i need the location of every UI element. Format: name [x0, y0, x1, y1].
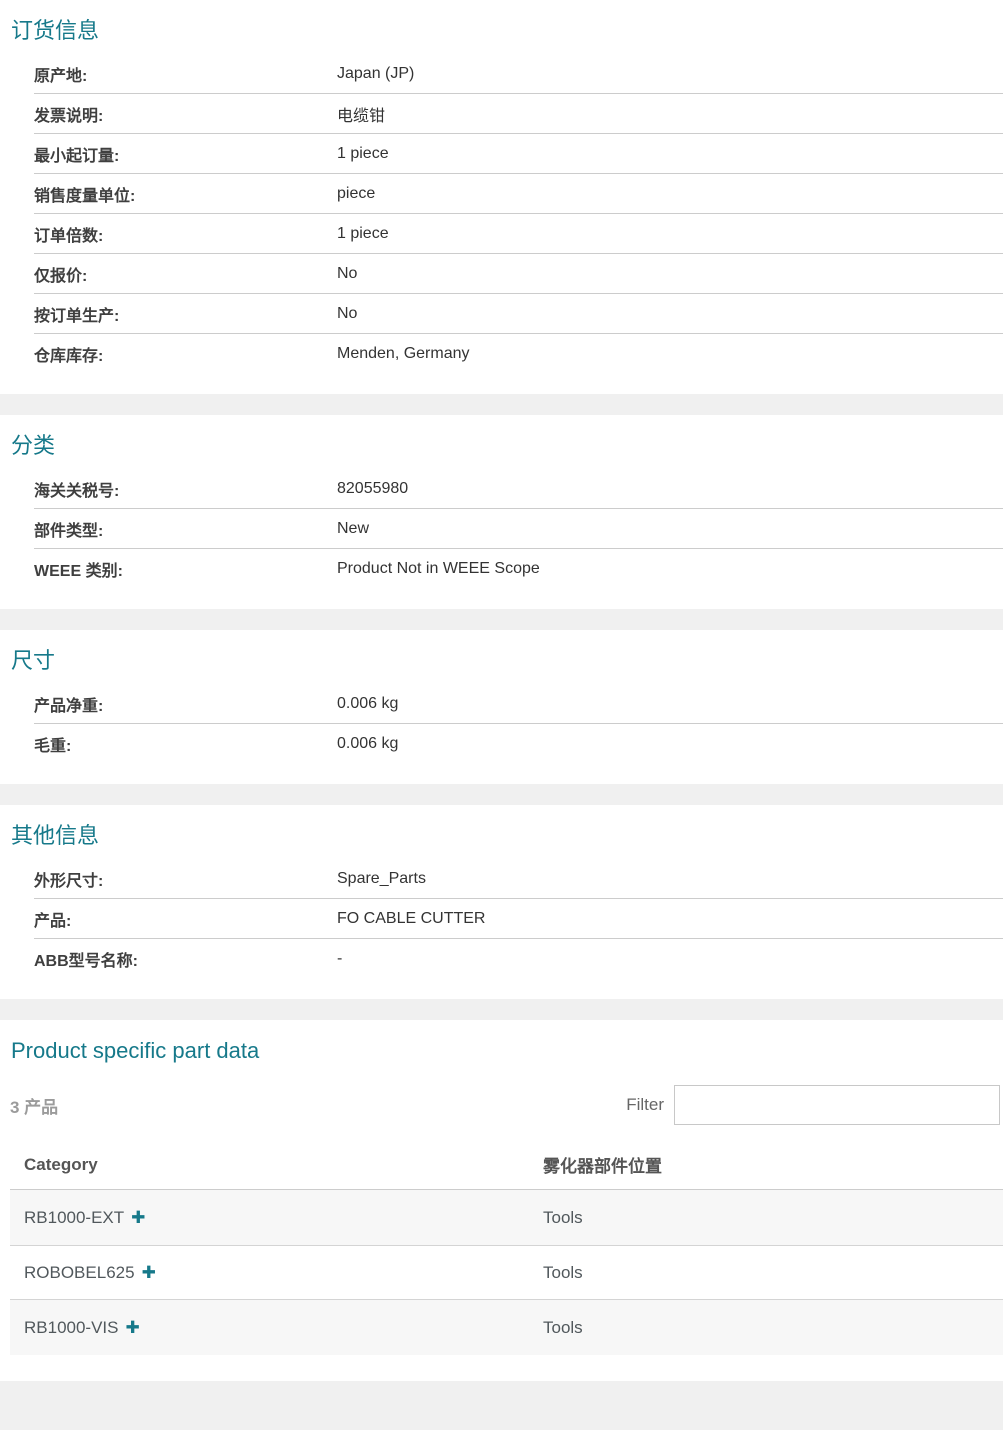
spec-label: 产品净重: — [34, 692, 337, 716]
section-divider — [0, 609, 1003, 630]
spec-value: 0.006 kg — [337, 695, 398, 713]
category-cell: RB1000-VIS ✚ — [10, 1318, 543, 1338]
spec-row-abb-type-designation: ABB型号名称: - — [34, 939, 1003, 979]
column-header-category: Category — [10, 1155, 543, 1175]
section-divider — [0, 999, 1003, 1020]
ordering-info-rows: 原产地: Japan (JP) 发票说明: 电缆钳 最小起订量: 1 piece… — [34, 54, 1003, 394]
spec-value: 0.006 kg — [337, 735, 398, 753]
spec-row-customs-tariff: 海关关税号: 82055980 — [34, 469, 1003, 509]
spec-value: Menden, Germany — [337, 345, 470, 363]
classification-title: 分类 — [0, 415, 1003, 469]
spec-row-net-weight: 产品净重: 0.006 kg — [34, 684, 1003, 724]
location-cell: Tools — [543, 1208, 1003, 1228]
expand-plus-icon[interactable]: ✚ — [126, 1319, 140, 1336]
category-name: RB1000-VIS — [24, 1318, 119, 1338]
category-cell: ROBOBEL625 ✚ — [10, 1263, 543, 1283]
classification-rows: 海关关税号: 82055980 部件类型: New WEEE 类别: Produ… — [34, 469, 1003, 609]
spec-value: New — [337, 520, 369, 538]
spec-value: No — [337, 265, 357, 283]
spec-label: 仅报价: — [34, 262, 337, 286]
ordering-info-title: 订货信息 — [0, 0, 1003, 54]
filter-input[interactable] — [674, 1085, 1000, 1125]
category-cell: RB1000-EXT ✚ — [10, 1208, 543, 1228]
other-info-rows: 外形尺寸: Spare_Parts 产品: FO CABLE CUTTER AB… — [34, 859, 1003, 999]
table-row: ROBOBEL625 ✚ Tools — [10, 1245, 1003, 1300]
filter-group: Filter — [626, 1085, 1000, 1125]
spec-row-gross-weight: 毛重: 0.006 kg — [34, 724, 1003, 764]
column-header-location: 雾化器部件位置 — [543, 1152, 1003, 1177]
section-other-info: 其他信息 外形尺寸: Spare_Parts 产品: FO CABLE CUTT… — [0, 805, 1003, 999]
section-dimensions: 尺寸 产品净重: 0.006 kg 毛重: 0.006 kg — [0, 630, 1003, 784]
category-name: ROBOBEL625 — [24, 1263, 135, 1283]
dimensions-rows: 产品净重: 0.006 kg 毛重: 0.006 kg — [34, 684, 1003, 784]
section-divider — [0, 394, 1003, 415]
spec-row-quotation-only: 仅报价: No — [34, 254, 1003, 294]
filter-label: Filter — [626, 1095, 664, 1115]
spec-label: ABB型号名称: — [34, 947, 337, 971]
spec-row-warehouse-stock: 仓库库存: Menden, Germany — [34, 334, 1003, 374]
expand-plus-icon[interactable]: ✚ — [131, 1209, 145, 1226]
spec-row-selling-unit: 销售度量单位: piece — [34, 174, 1003, 214]
spec-label: 外形尺寸: — [34, 867, 337, 891]
spec-value: Product Not in WEEE Scope — [337, 560, 540, 578]
spec-row-minimum-order-qty: 最小起订量: 1 piece — [34, 134, 1003, 174]
category-name: RB1000-EXT — [24, 1208, 124, 1228]
spec-value: 电缆钳 — [337, 102, 385, 126]
footer-band — [0, 1381, 1003, 1430]
spec-value: FO CABLE CUTTER — [337, 910, 485, 928]
spec-label: 产品: — [34, 907, 337, 931]
spec-value: No — [337, 305, 357, 323]
spec-label: WEEE 类别: — [34, 557, 337, 581]
spec-row-made-to-order: 按订单生产: No — [34, 294, 1003, 334]
section-ordering-info: 订货信息 原产地: Japan (JP) 发票说明: 电缆钳 最小起订量: 1 … — [0, 0, 1003, 394]
expand-plus-icon[interactable]: ✚ — [142, 1264, 156, 1281]
location-cell: Tools — [543, 1263, 1003, 1283]
spec-value: Spare_Parts — [337, 870, 426, 888]
part-data-toolbar: 3 产品 Filter — [10, 1085, 1000, 1125]
spec-row-invoice-description: 发票说明: 电缆钳 — [34, 94, 1003, 134]
section-classification: 分类 海关关税号: 82055980 部件类型: New WEEE 类别: Pr… — [0, 415, 1003, 609]
product-detail-page: 订货信息 原产地: Japan (JP) 发票说明: 电缆钳 最小起订量: 1 … — [0, 0, 1003, 1430]
spec-row-origin: 原产地: Japan (JP) — [34, 54, 1003, 94]
spec-row-product: 产品: FO CABLE CUTTER — [34, 899, 1003, 939]
spec-label: 最小起订量: — [34, 142, 337, 166]
spec-value: piece — [337, 185, 375, 203]
table-row: RB1000-VIS ✚ Tools — [10, 1300, 1003, 1355]
part-data-title: Product specific part data — [0, 1020, 1003, 1074]
spec-label: 订单倍数: — [34, 222, 337, 246]
dimensions-title: 尺寸 — [0, 630, 1003, 684]
product-count: 3 产品 — [10, 1093, 58, 1118]
section-part-data: Product specific part data 3 产品 Filter C… — [0, 1020, 1003, 1355]
spec-label: 原产地: — [34, 62, 337, 86]
spec-row-weee-category: WEEE 类别: Product Not in WEEE Scope — [34, 549, 1003, 589]
spec-label: 按订单生产: — [34, 302, 337, 326]
spec-label: 海关关税号: — [34, 477, 337, 501]
spec-label: 毛重: — [34, 732, 337, 756]
spec-row-part-type: 部件类型: New — [34, 509, 1003, 549]
table-header-row: Category 雾化器部件位置 — [10, 1140, 1003, 1190]
spec-value: Japan (JP) — [337, 65, 414, 83]
location-cell: Tools — [543, 1318, 1003, 1338]
spec-value: 1 piece — [337, 145, 389, 163]
spec-row-form-factor: 外形尺寸: Spare_Parts — [34, 859, 1003, 899]
table-row: RB1000-EXT ✚ Tools — [10, 1190, 1003, 1245]
section-divider — [0, 784, 1003, 805]
spec-row-order-multiple: 订单倍数: 1 piece — [34, 214, 1003, 254]
spec-label: 销售度量单位: — [34, 182, 337, 206]
other-info-title: 其他信息 — [0, 805, 1003, 859]
spec-label: 仓库库存: — [34, 342, 337, 366]
spec-value: 1 piece — [337, 225, 389, 243]
part-data-table: Category 雾化器部件位置 RB1000-EXT ✚ Tools ROBO… — [10, 1140, 1003, 1355]
spec-label: 发票说明: — [34, 102, 337, 126]
spec-value: - — [337, 950, 342, 968]
spec-value: 82055980 — [337, 480, 408, 498]
spec-label: 部件类型: — [34, 517, 337, 541]
